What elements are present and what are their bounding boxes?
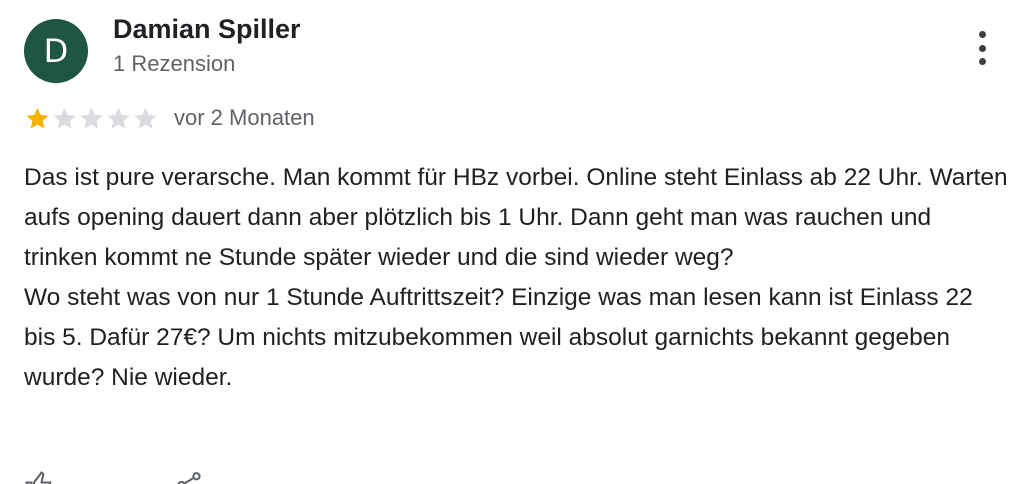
- avatar-initial: D: [43, 32, 69, 70]
- review-card: D Damian Spiller 1 Rezension vor 2 Monat…: [0, 0, 1016, 484]
- star-empty-icon: [80, 107, 103, 129]
- star-empty-icon: [134, 107, 157, 129]
- more-options-button[interactable]: [968, 28, 996, 68]
- review-time: vor 2 Monaten: [174, 105, 315, 130]
- review-actions: [24, 470, 204, 484]
- author-name[interactable]: Damian Spiller: [113, 14, 301, 45]
- author-review-count[interactable]: 1 Rezension: [113, 51, 235, 77]
- more-vertical-icon-dot: [978, 44, 986, 52]
- star-filled-icon: [26, 107, 49, 129]
- share-icon[interactable]: [174, 470, 204, 484]
- star-empty-icon: [53, 107, 76, 129]
- star-rating: [24, 105, 159, 132]
- rating-row: vor 2 Monaten: [24, 103, 315, 133]
- star-empty-icon: [107, 107, 130, 129]
- avatar[interactable]: D: [24, 19, 88, 83]
- more-vertical-icon-dot: [978, 58, 986, 65]
- review-text: Das ist pure verarsche. Man kommt für HB…: [24, 164, 1008, 391]
- more-vertical-icon: [978, 31, 986, 38]
- thumbs-up-icon[interactable]: [24, 470, 54, 484]
